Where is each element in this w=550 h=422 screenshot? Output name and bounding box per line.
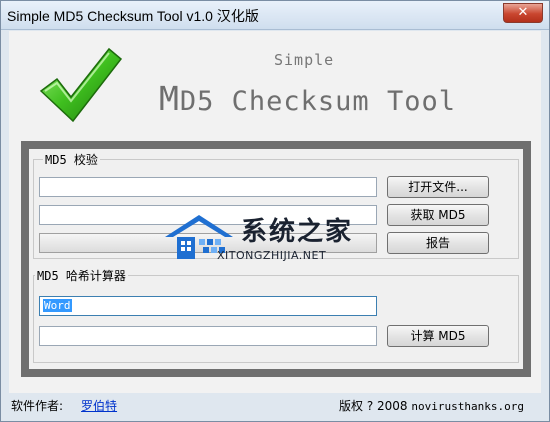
watermark-site: XITONGZHIJIA.NET (217, 249, 327, 262)
checkmark-icon (39, 47, 123, 123)
author-link[interactable]: 罗伯特 (81, 399, 117, 413)
calculator-group-label: MD5 哈希计算器 (35, 267, 128, 284)
hash-input-text: Word (43, 299, 72, 312)
app-window: Simple MD5 Checksum Tool v1.0 汉化版 ✕ Simp… (0, 0, 550, 422)
calculator-group (33, 275, 519, 363)
footer-author: 软件作者: 罗伯特 (11, 397, 117, 414)
file-path-field[interactable] (39, 177, 377, 197)
calculate-md5-button[interactable]: 计算 MD5 (387, 325, 489, 347)
copyright-prefix: 版权 ? 2008 (339, 399, 408, 413)
hash-input-field[interactable]: Word (39, 296, 377, 316)
title-bar[interactable]: Simple MD5 Checksum Tool v1.0 汉化版 ✕ (1, 1, 549, 30)
get-md5-button[interactable]: 获取 MD5 (387, 204, 489, 226)
close-button[interactable]: ✕ (503, 3, 543, 23)
verify-group-label: MD5 校验 (43, 151, 100, 168)
banner-title: MD5 Checksum Tool (159, 79, 456, 118)
banner-title-rest: D5 Checksum Tool (179, 86, 456, 117)
copyright-text: 版权 ? 2008 novirusthanks.org (339, 397, 524, 414)
hash-output-field[interactable] (39, 326, 377, 346)
window-title: Simple MD5 Checksum Tool v1.0 汉化版 (7, 8, 259, 24)
client-area: Simple MD5 Checksum Tool MD5 校验 打开文件... … (9, 31, 541, 393)
copyright-site: novirusthanks.org (411, 400, 524, 413)
author-label: 软件作者: (11, 399, 64, 413)
close-icon: ✕ (517, 5, 529, 20)
open-file-button[interactable]: 打开文件... (387, 176, 489, 198)
watermark-brand: 系统之家 (241, 217, 354, 247)
banner-subtitle: Simple (274, 51, 335, 69)
watermark: 系统之家 XITONGZHIJIA.NET (159, 209, 399, 277)
banner-title-initial: M (159, 79, 180, 118)
report-button[interactable]: 报告 (387, 232, 489, 254)
